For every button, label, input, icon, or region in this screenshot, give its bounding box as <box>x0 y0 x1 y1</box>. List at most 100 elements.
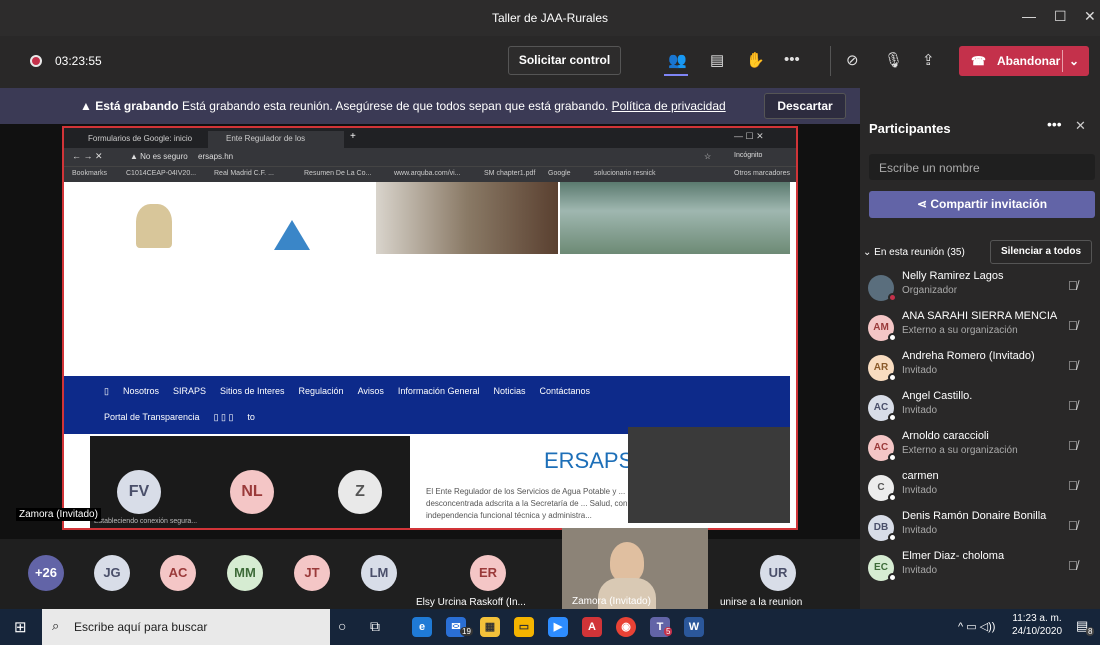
pip-avatar: FV <box>117 470 161 514</box>
nav-home-icon[interactable]: ▯ <box>104 386 109 397</box>
clock-time: 11:23 a. m. <box>1012 613 1062 624</box>
nav-item[interactable]: Información General <box>398 386 480 397</box>
incognito-label: Incógnito <box>734 152 763 159</box>
window-title: Taller de JAA-Rurales <box>491 11 609 25</box>
share-icon: ⋖ <box>916 197 931 211</box>
chat-icon[interactable]: ▤ <box>710 51 724 69</box>
status-dot <box>888 573 897 582</box>
participant-avatar[interactable]: UR <box>760 555 796 591</box>
nav-item[interactable]: to <box>247 412 255 423</box>
mute-all-button[interactable]: Silenciar a todos <box>990 240 1092 264</box>
participant-search-input[interactable]: Escribe un nombre <box>869 154 1095 180</box>
honduras-seal-logo <box>136 204 172 248</box>
bookmark-4: www.arquba.com/vi... <box>394 170 461 177</box>
participant-label: Elsy Urcina Raskoff (In... <box>416 597 526 608</box>
minimize-icon[interactable]: — <box>1022 8 1036 24</box>
participant-label: unirse a la reunion <box>720 597 803 608</box>
share-screen-icon[interactable]: ⇪ <box>922 51 935 69</box>
video-placeholder <box>628 427 790 523</box>
mic-muted-icon[interactable]: 🎙̸ <box>1068 398 1078 413</box>
status-dot <box>888 333 897 342</box>
acrobat-icon[interactable]: A <box>582 617 602 637</box>
mic-off-icon[interactable]: 🎙 <box>884 51 903 69</box>
mic-muted-icon[interactable]: 🎙̸ <box>1068 358 1078 373</box>
participant-row[interactable]: AC Arnoldo caraccioli Externo a su organ… <box>860 428 1100 468</box>
overflow-count[interactable]: +26 <box>28 555 64 591</box>
phone-icon: ☎ <box>971 54 986 68</box>
status-dot <box>888 413 897 422</box>
mic-muted-icon[interactable]: 🎙̸ <box>1068 518 1078 533</box>
cortana-icon[interactable]: ○ <box>338 618 346 634</box>
participant-avatar[interactable]: ER <box>470 555 506 591</box>
participant-row[interactable]: AC Angel Castillo. Invitado 🎙̸ <box>860 388 1100 428</box>
participant-avatar[interactable]: JG <box>94 555 130 591</box>
bookmark-8: Otros marcadores <box>734 170 791 177</box>
mail-badge: 19 <box>460 627 473 636</box>
nav-item[interactable]: Avisos <box>358 386 384 397</box>
nav-item[interactable]: Contáctanos <box>539 386 590 397</box>
maximize-icon[interactable]: ☐ <box>1054 8 1067 25</box>
mic-muted-icon[interactable]: 🎙̸ <box>1068 478 1078 493</box>
nav-item[interactable]: Nosotros <box>123 386 159 397</box>
participants-icon[interactable]: 👥 <box>668 51 687 69</box>
participant-avatar[interactable]: AC <box>160 555 196 591</box>
participant-role: Invitado <box>902 525 938 536</box>
participant-row[interactable]: AM ANA SARAHI SIERRA MENCIA Externo a su… <box>860 308 1100 348</box>
share-invite-button[interactable]: ⋖ Compartir invitación <box>869 191 1095 218</box>
mic-muted-icon[interactable]: 🎙̸ <box>1068 318 1078 333</box>
more-actions-icon[interactable]: ••• <box>784 51 800 68</box>
recording-icon <box>30 55 42 67</box>
camera-off-icon[interactable]: ⊘ <box>846 51 859 69</box>
zoom-icon[interactable]: ▶ <box>548 617 568 637</box>
store-icon[interactable]: ▦ <box>480 617 500 637</box>
window-controls-icon: — ☐ ✕ <box>734 131 764 141</box>
dismiss-button[interactable]: Descartar <box>764 93 846 119</box>
leave-button[interactable]: ☎ Abandonar ⌄ <box>959 46 1089 76</box>
bookmark-3: Resumen De La Co... <box>304 170 372 177</box>
participant-video[interactable]: Zamora (Invitado) <box>562 528 708 609</box>
nav-item[interactable]: Portal de Transparencia <box>104 412 200 423</box>
participant-avatar[interactable]: JT <box>294 555 330 591</box>
participant-row[interactable]: EC Elmer Diaz- choloma Invitado 🎙̸ <box>860 548 1100 588</box>
nav-item[interactable]: SIRAPS <box>173 386 206 397</box>
share-invite-label: Compartir invitación <box>930 197 1048 211</box>
clock-date: 24/10/2020 <box>1012 626 1063 637</box>
close-icon[interactable]: ✕ <box>1084 8 1096 25</box>
participant-avatar[interactable]: MM <box>227 555 263 591</box>
nav-item[interactable]: Sitios de Interes <box>220 386 285 397</box>
chevron-down-icon[interactable]: ⌄ <box>1069 46 1079 76</box>
participant-row[interactable]: Nelly Ramirez Lagos Organizador 🎙̸ <box>860 268 1100 308</box>
participant-row[interactable]: AR Andreha Romero (Invitado) Invitado 🎙̸ <box>860 348 1100 388</box>
task-view-icon[interactable]: ⧉ <box>370 618 380 635</box>
panel-title: Participantes <box>869 121 951 136</box>
more-options-icon[interactable]: ••• <box>1047 116 1062 132</box>
bookmark-7: solucionario resnick <box>594 170 656 177</box>
chrome-icon[interactable]: ◉ <box>616 617 636 637</box>
participant-row[interactable]: DB Denis Ramón Donaire Bonilla Invitado … <box>860 508 1100 548</box>
nav-item[interactable]: Noticias <box>493 386 525 397</box>
file-explorer-icon[interactable]: ▭ <box>514 617 534 637</box>
participant-row[interactable]: C carmen Invitado 🎙̸ <box>860 468 1100 508</box>
request-control-button[interactable]: Solicitar control <box>508 46 621 75</box>
close-panel-icon[interactable]: ✕ <box>1075 118 1086 134</box>
privacy-link[interactable]: Política de privacidad <box>612 99 726 113</box>
edge-icon[interactable]: e <box>412 617 432 637</box>
mic-muted-icon[interactable]: 🎙̸ <box>1068 438 1078 453</box>
social-icons[interactable]: ▯ ▯ ▯ <box>214 412 234 423</box>
bookmark-5: SM chapter1.pdf <box>484 170 536 177</box>
nav-item[interactable]: Regulación <box>299 386 344 397</box>
participant-avatar[interactable]: LM <box>361 555 397 591</box>
mic-muted-icon[interactable]: 🎙̸ <box>1068 558 1078 573</box>
chevron-icon: ⌄ <box>863 247 875 258</box>
section-header[interactable]: ⌄ En esta reunión (35) <box>863 247 965 258</box>
tray-icons[interactable]: ^ ▭ ◁)) <box>958 620 995 633</box>
raise-hand-icon[interactable]: ✋ <box>746 51 765 69</box>
video-label: Zamora (Invitado) <box>572 596 651 607</box>
windows-start-icon[interactable]: ⊞ <box>14 618 27 636</box>
word-icon[interactable]: W <box>684 617 704 637</box>
taskbar-search-input[interactable]: ⌕ Escribe aquí para buscar <box>42 609 330 645</box>
mic-muted-icon[interactable]: 🎙̸ <box>1068 278 1078 293</box>
bookmarks-bar: Bookmarks C1014CEAP-04IV20... Real Madri… <box>64 166 796 182</box>
taskbar-clock[interactable]: 11:23 a. m. 24/10/2020 <box>1012 612 1062 638</box>
presenter-label: Zamora (Invitado) <box>16 508 101 521</box>
